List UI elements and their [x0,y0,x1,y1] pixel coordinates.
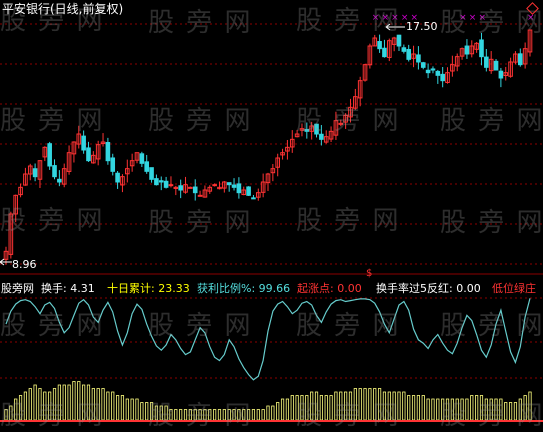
candle-body [81,135,86,151]
candle-body [47,143,52,167]
turnover-bar [426,398,430,421]
candle-body [425,69,431,74]
candle-body [479,39,484,58]
candle-body [435,70,441,76]
turnover-bar [402,391,406,421]
indicator-turnover-over5: 换手率过5反红: 0.00 [376,282,481,295]
watermark: 股 旁 网 [296,206,401,236]
turnover-bar [436,398,440,421]
turnover-bar [285,398,290,421]
watermark: 股 旁 网 [0,401,105,431]
indicator-source: 股旁网 [1,282,34,295]
candle-body [406,48,412,60]
candle-body [212,184,217,187]
turnover-bar [125,398,129,421]
turnover-bar [140,402,144,421]
watermark: 股 旁 网 [148,311,253,341]
turnover-bar [115,395,120,421]
candle-body [168,184,174,187]
chart-window[interactable]: × × × × × × × × × $ 股 旁 网 股 旁 网 股 旁 网 股 旁 网 股 旁 … [0,0,543,431]
candle-body [105,141,111,162]
candle-body [440,73,445,82]
candle-body [158,180,164,183]
indicator-ten-day-total: 十日累计: 23.33 [107,282,190,295]
watermark: 股 旁 网 [0,106,105,136]
turnover-bar [276,402,280,421]
watermark: 股 旁 网 [296,6,401,36]
indicator-turnover: 换手: 4.31 [41,282,95,295]
candle-body [226,182,232,186]
watermark: 股 旁 网 [440,311,543,341]
candle-body [251,197,256,200]
candle-body [52,165,57,178]
candle-body [149,167,154,180]
turnover-bar [431,398,435,421]
candle-body [178,185,183,191]
candle-body [236,183,242,194]
watermark: 股 旁 网 [148,8,253,38]
turnover-bar [421,395,425,421]
watermark: 股 旁 网 [440,208,543,238]
candle-body [246,186,251,196]
candle-body [163,180,169,188]
watermark: 股 旁 网 [0,311,105,341]
candle-body [231,184,237,188]
candle-body [464,45,470,55]
candle-body [197,194,203,197]
turnover-bar [416,395,421,421]
turnover-bar [135,398,139,421]
candle-body [420,62,426,68]
turnover-bar [411,395,416,421]
turnover-bar [130,398,134,421]
candle-body [192,186,198,194]
turnover-bar [261,409,265,421]
indicator-profit-ratio: 获利比例%: 99.66 [197,282,291,295]
candle-body [139,153,145,164]
candle-body [498,70,504,79]
watermark: 股 旁 网 [440,401,543,431]
candle-body [401,47,407,52]
low-price-label: 8.96 [12,258,37,271]
turnover-bar [271,405,275,421]
turnover-bar [407,395,411,421]
turnover-bar [290,395,294,421]
candle-body [484,56,489,68]
candle-body [154,178,159,186]
watermark: 股 旁 网 [148,401,253,431]
candle-body [110,157,116,172]
watermark: 股 旁 网 [296,311,401,341]
watermark: 股 旁 网 [148,106,253,136]
candle-body [32,168,38,178]
chart-title: 平安银行(日线,前复权) [2,2,124,16]
watermark: 股 旁 网 [148,208,253,238]
watermark: 股 旁 网 [296,106,401,136]
chart-annotations: $ [0,23,405,279]
indicator-low-green: 低位绿庄 [492,282,536,295]
watermark: 股 旁 网 [0,206,105,236]
candle-body [86,147,91,162]
turnover-bar [120,395,125,421]
candle-body [144,161,150,172]
turnover-bar [106,391,110,421]
candle-body [115,172,120,183]
high-price-label: 17.50 [406,20,438,33]
watermark: 股 旁 网 [296,401,401,431]
candle-body [416,54,421,63]
turnover-bar [256,409,260,421]
indicator-bar: 股旁网 换手: 4.31 十日累计: 23.33 获利比例%: 99.66 起涨… [0,282,543,296]
indicator-rise-point: 起涨点: 0.00 [297,282,362,295]
candle-body [430,68,436,71]
turnover-bar [280,398,285,421]
dollar-marker: $ [366,268,372,279]
candle-body [493,60,499,71]
turnover-bar [266,405,270,421]
candle-body [377,41,382,50]
turnover-bar [111,391,115,421]
candle-body [517,53,523,66]
watermark: 股 旁 网 [440,106,543,136]
candle-body [57,178,62,183]
turnover-bar [251,409,256,421]
candle-body [382,47,387,58]
